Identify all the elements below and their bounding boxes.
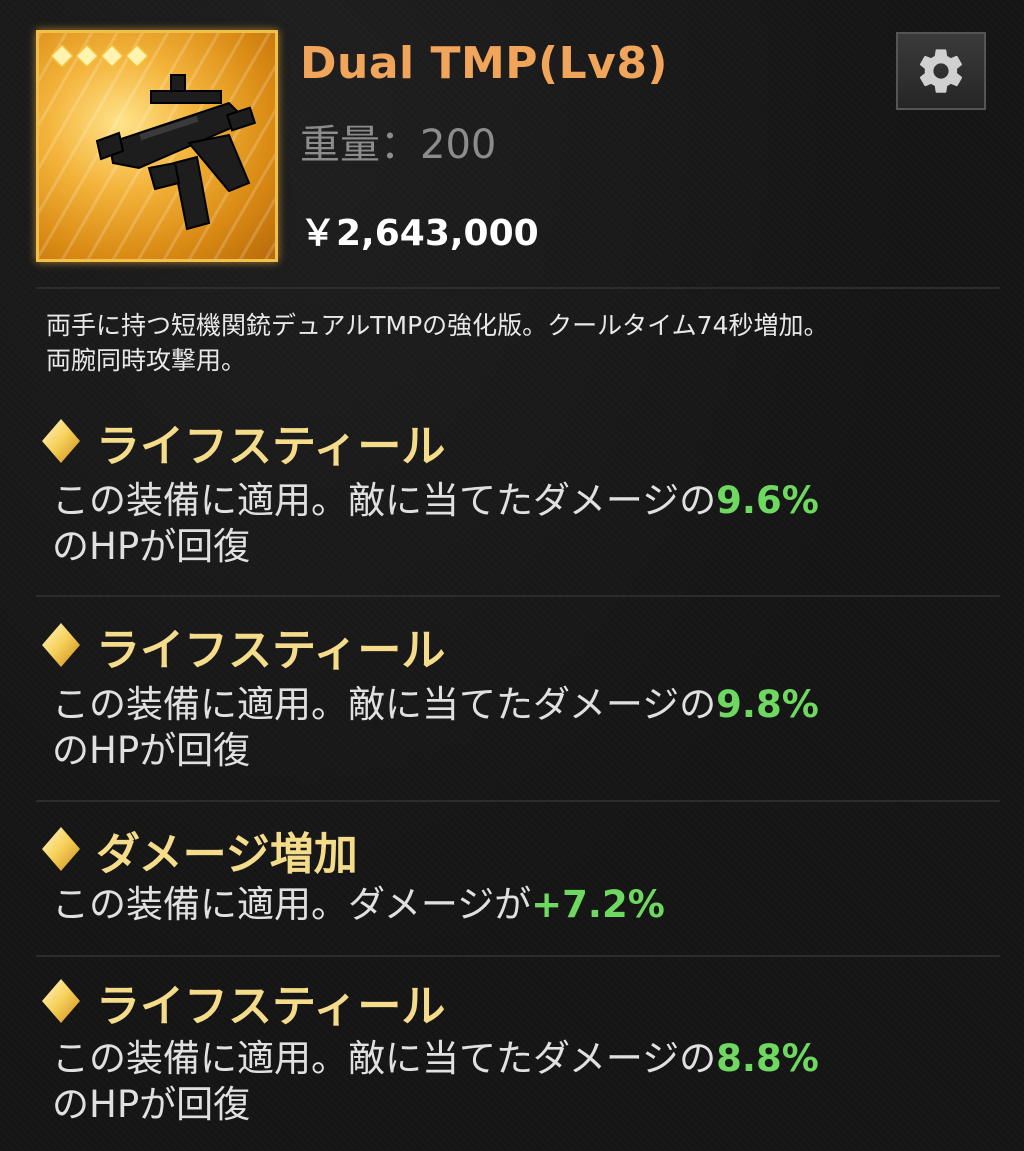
description-line: 両腕同時攻撃用。	[46, 346, 247, 375]
item-price: ￥2,643,000	[300, 213, 539, 254]
divider	[36, 595, 1000, 597]
divider	[36, 955, 1000, 957]
weight-label: 重量：	[300, 122, 420, 168]
effect-text: この装備に適用。ダメージが	[52, 883, 532, 926]
effect-description: この装備に適用。敵に当てたダメージの9.8% のHPが回復	[52, 682, 819, 774]
divider	[36, 287, 1000, 289]
item-name: Dual TMP(Lv8)	[300, 38, 669, 89]
item-weight: 重量：200	[300, 112, 496, 170]
effect-value: 9.8%	[716, 683, 819, 726]
item-icon-frame	[36, 30, 278, 262]
effect-text-after: のHPが回復	[52, 729, 251, 772]
effect-value: 9.6%	[716, 479, 819, 522]
effect-description: この装備に適用。敵に当てたダメージの9.6% のHPが回復	[52, 478, 819, 570]
effect-description: この装備に適用。敵に当てたダメージの8.8% のHPが回復	[52, 1036, 819, 1128]
star-icon	[51, 45, 73, 67]
divider	[36, 800, 1000, 802]
settings-button[interactable]	[896, 32, 986, 110]
effect-text: この装備に適用。敵に当てたダメージの	[52, 683, 717, 726]
effect-title: ライフスティール	[96, 981, 446, 1032]
gear-icon	[919, 49, 963, 93]
effect-title: ライフスティール	[96, 421, 446, 472]
star-icon	[101, 45, 123, 67]
diamond-bullet-icon	[42, 979, 80, 1023]
effect-title: ライフスティール	[96, 625, 446, 676]
rarity-stars	[51, 45, 148, 67]
effect-title: ダメージ増加	[96, 829, 358, 880]
item-header: Dual TMP(Lv8) 重量：200 ￥2,643,000	[0, 0, 1024, 280]
effect-description: この装備に適用。ダメージが+7.2%	[52, 882, 665, 928]
effect-value: +7.2%	[531, 883, 665, 926]
submachine-gun-icon	[95, 74, 257, 231]
description-line: 両手に持つ短機関銃デュアルTMPの強化版。クールタイム74秒増加。	[46, 311, 829, 340]
effect-value: 8.8%	[716, 1037, 819, 1080]
weight-value: 200	[420, 122, 497, 168]
star-icon	[76, 45, 98, 67]
diamond-bullet-icon	[42, 623, 80, 667]
diamond-bullet-icon	[42, 419, 80, 463]
effect-text: この装備に適用。敵に当てたダメージの	[52, 1037, 717, 1080]
effect-text-after: のHPが回復	[52, 525, 251, 568]
star-icon	[126, 45, 148, 67]
effect-text-after: のHPが回復	[52, 1083, 251, 1126]
effect-text: この装備に適用。敵に当てたダメージの	[52, 479, 717, 522]
item-description: 両手に持つ短機関銃デュアルTMPの強化版。クールタイム74秒増加。 両腕同時攻撃…	[46, 308, 986, 378]
diamond-bullet-icon	[42, 827, 80, 871]
